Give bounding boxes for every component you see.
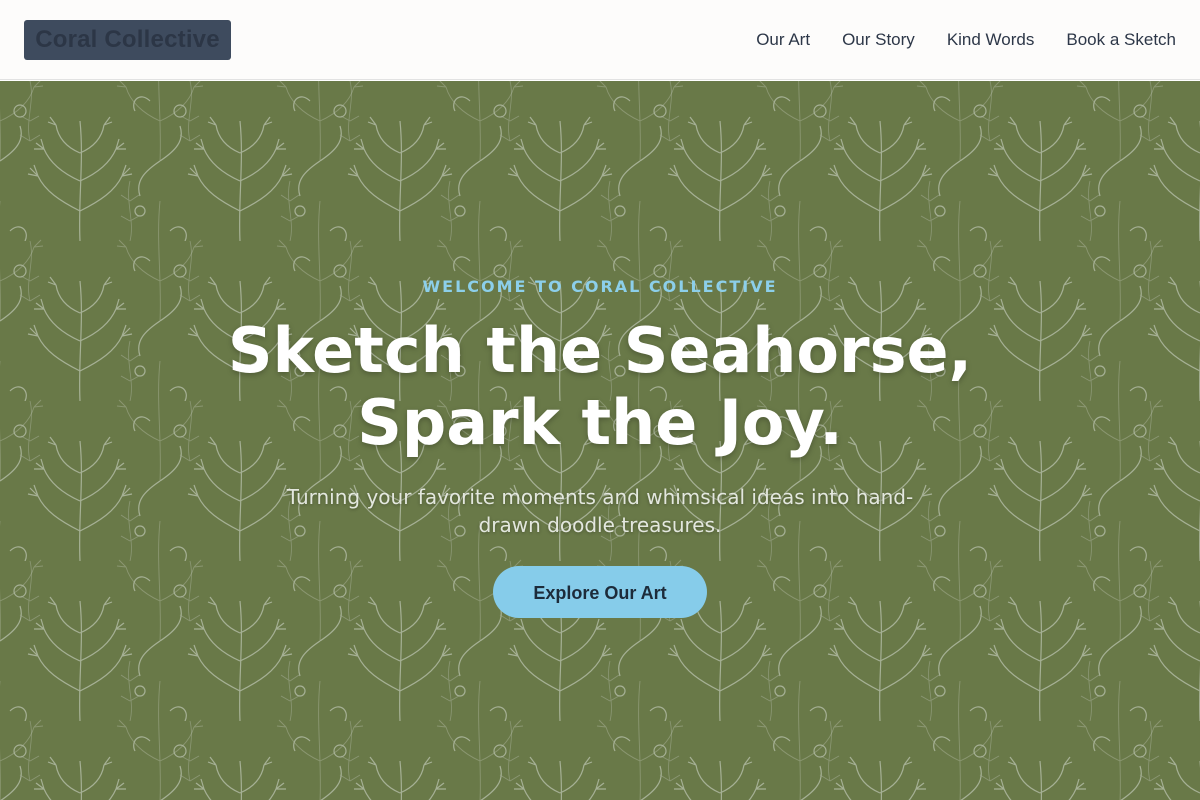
site-logo[interactable]: Coral Collective xyxy=(24,20,231,60)
site-header: Coral Collective Our Art Our Story Kind … xyxy=(0,0,1200,80)
hero-headline-line-1: Sketch the Seahorse, xyxy=(227,314,973,387)
hero-subtitle: Turning your favorite moments and whimsi… xyxy=(286,485,914,537)
hero-eyebrow: WELCOME TO CORAL COLLECTIVE xyxy=(422,277,778,296)
nav-link-kind-words[interactable]: Kind Words xyxy=(947,30,1035,50)
hero-content: WELCOME TO CORAL COLLECTIVE Sketch the S… xyxy=(0,81,1200,800)
nav-link-our-story[interactable]: Our Story xyxy=(842,30,915,50)
explore-our-art-button[interactable]: Explore Our Art xyxy=(493,566,707,618)
logo-text: Coral Collective xyxy=(35,26,220,53)
hero-section: WELCOME TO CORAL COLLECTIVE Sketch the S… xyxy=(0,81,1200,800)
nav-link-our-art[interactable]: Our Art xyxy=(756,30,810,50)
main-nav: Our Art Our Story Kind Words Book a Sket… xyxy=(724,0,1176,80)
nav-link-book-a-sketch[interactable]: Book a Sketch xyxy=(1066,30,1176,50)
hero-headline-line-2: Spark the Joy. xyxy=(357,386,843,459)
hero-headline: Sketch the Seahorse, Spark the Joy. xyxy=(150,315,1050,459)
